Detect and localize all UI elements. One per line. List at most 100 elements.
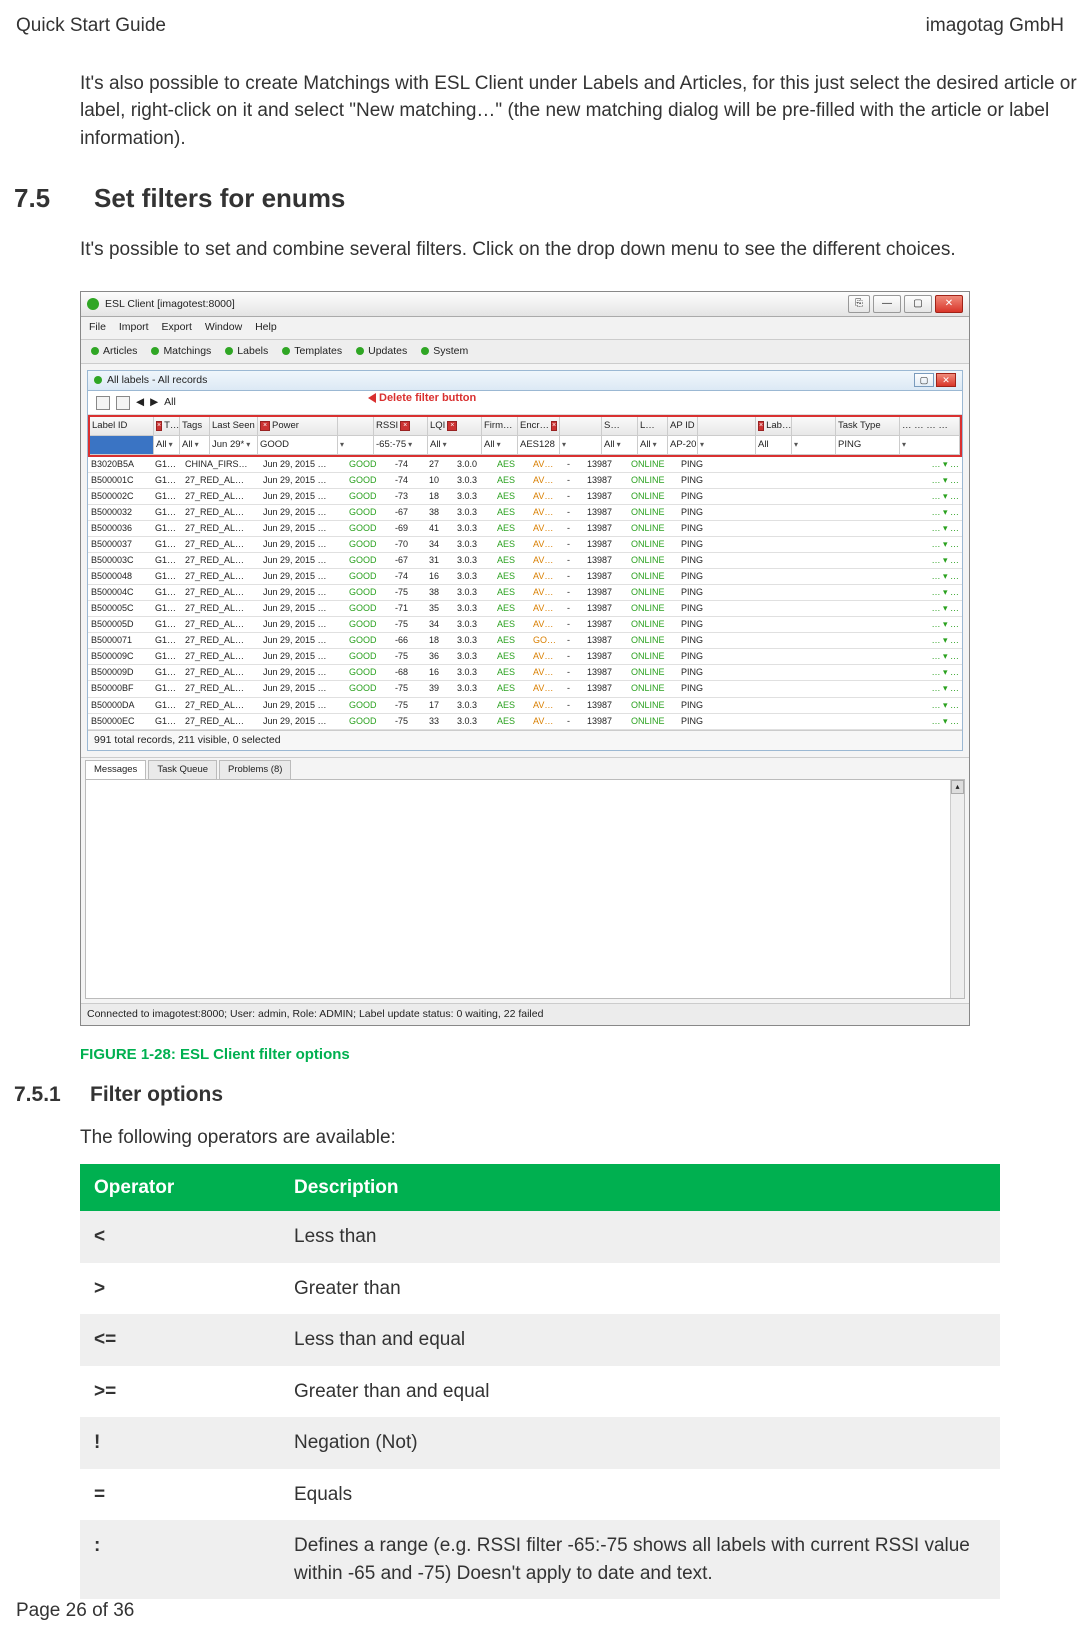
section-number-751: 7.5.1 xyxy=(14,1080,70,1110)
tool-export-icon[interactable] xyxy=(116,396,130,410)
col-power[interactable]: ×Power xyxy=(258,417,338,436)
operator-row: =Equals xyxy=(80,1469,1000,1521)
operator-row: >=Greater than and equal xyxy=(80,1366,1000,1418)
section-number: 7.5 xyxy=(14,180,70,218)
table-row[interactable]: B3020B5AG1…CHINA_FIRS…Jun 29, 2015 …GOOD… xyxy=(88,457,962,473)
filter-firm[interactable]: All▾ xyxy=(482,436,518,455)
table-row[interactable]: B500005CG1…27_RED_AL…Jun 29, 2015 …GOOD-… xyxy=(88,601,962,617)
table-row[interactable]: B5000048G1…27_RED_AL…Jun 29, 2015 …GOOD-… xyxy=(88,569,962,585)
window-titlebar: ESL Client [imagotest:8000] ⎘ — ▢ ✕ xyxy=(81,292,969,317)
filter-l[interactable]: All▾ xyxy=(638,436,668,455)
col-lab[interactable]: ×Lab… xyxy=(756,417,792,436)
popout-button[interactable]: ⎘ xyxy=(848,295,870,313)
page-footer: Page 26 of 36 xyxy=(16,1597,134,1625)
tool-next-icon[interactable]: ▶ xyxy=(150,395,158,410)
header-left: Quick Start Guide xyxy=(16,12,166,40)
table-row[interactable]: B50000BFG1…27_RED_AL…Jun 29, 2015 …GOOD-… xyxy=(88,681,962,697)
grid-header-row: Label ID ×T… Tags Last Seen ×Power RSSI×… xyxy=(90,417,960,436)
operator-row: >Greater than xyxy=(80,1263,1000,1315)
menu-import[interactable]: Import xyxy=(119,321,149,333)
col-tasktype[interactable]: Task Type xyxy=(836,417,900,436)
bottom-tabs: Messages Task Queue Problems (8) xyxy=(81,757,969,779)
nav-tabs: Articles Matchings Labels Templates Upda… xyxy=(81,340,969,364)
filter-row-highlight: Label ID ×T… Tags Last Seen ×Power RSSI×… xyxy=(88,415,962,457)
filter-lab[interactable]: All xyxy=(756,436,792,455)
section-title-751: Filter options xyxy=(90,1080,223,1110)
section-title: Set filters for enums xyxy=(94,180,345,218)
table-row[interactable]: B500004CG1…27_RED_AL…Jun 29, 2015 …GOOD-… xyxy=(88,585,962,601)
menubar: File Import Export Window Help xyxy=(81,317,969,339)
close-button[interactable]: ✕ xyxy=(935,295,963,313)
tab-problems[interactable]: Problems (8) xyxy=(219,760,291,779)
table-row[interactable]: B5000037G1…27_RED_AL…Jun 29, 2015 …GOOD-… xyxy=(88,537,962,553)
table-row[interactable]: B500001CG1…27_RED_AL…Jun 29, 2015 …GOOD-… xyxy=(88,472,962,488)
col-lastseen[interactable]: Last Seen xyxy=(210,417,258,436)
tab-matchings[interactable]: Matchings xyxy=(151,344,211,359)
tab-taskqueue[interactable]: Task Queue xyxy=(148,760,217,779)
filter-lqi[interactable]: All▾ xyxy=(428,436,482,455)
tab-updates[interactable]: Updates xyxy=(356,344,407,359)
subwin-close-button[interactable]: ✕ xyxy=(936,373,956,387)
filter-rssi[interactable]: -65:-75▾ xyxy=(374,436,428,455)
filter-tags[interactable]: All▾ xyxy=(180,436,210,455)
col-s[interactable]: S… xyxy=(602,417,638,436)
tab-articles[interactable]: Articles xyxy=(91,344,137,359)
maximize-button[interactable]: ▢ xyxy=(904,295,932,313)
col-firm[interactable]: Firm… xyxy=(482,417,518,436)
operator-row: <Less than xyxy=(80,1211,1000,1263)
col-encr[interactable]: Encr…× xyxy=(518,417,560,436)
messages-scrollbar[interactable]: ▴ xyxy=(950,780,964,998)
tab-messages[interactable]: Messages xyxy=(85,760,146,779)
subwin-maximize-button[interactable]: ▢ xyxy=(914,373,934,387)
operator-table: Operator Description <Less than>Greater … xyxy=(80,1164,1000,1600)
tab-templates[interactable]: Templates xyxy=(282,344,342,359)
col-more: … … … … xyxy=(900,417,960,436)
tab-labels[interactable]: Labels xyxy=(225,344,268,359)
labels-grid[interactable]: B3020B5AG1…CHINA_FIRS…Jun 29, 2015 …GOOD… xyxy=(88,457,962,730)
minimize-button[interactable]: — xyxy=(873,295,901,313)
table-row[interactable]: B5000036G1…27_RED_AL…Jun 29, 2015 …GOOD-… xyxy=(88,521,962,537)
filter-s[interactable]: All▾ xyxy=(602,436,638,455)
section-heading-751: 7.5.1 Filter options xyxy=(0,1080,1080,1110)
filter-type[interactable]: All▾ xyxy=(154,436,180,455)
tool-prev-icon[interactable]: ◀ xyxy=(136,395,144,410)
menu-window[interactable]: Window xyxy=(205,321,242,333)
menu-help[interactable]: Help xyxy=(255,321,277,333)
menu-file[interactable]: File xyxy=(89,321,106,333)
col-type[interactable]: ×T… xyxy=(154,417,180,436)
section-heading-75: 7.5 Set filters for enums xyxy=(0,180,1080,218)
table-row[interactable]: B500005DG1…27_RED_AL…Jun 29, 2015 …GOOD-… xyxy=(88,617,962,633)
header-right: imagotag GmbH xyxy=(926,12,1064,40)
filter-encr[interactable]: AES128 xyxy=(518,436,560,455)
col-labelid[interactable]: Label ID xyxy=(90,417,154,436)
col-l[interactable]: L… xyxy=(638,417,668,436)
table-row[interactable]: B500009CG1…27_RED_AL…Jun 29, 2015 …GOOD-… xyxy=(88,649,962,665)
tool-all-label[interactable]: All xyxy=(164,395,176,410)
table-row[interactable]: B50000ECG1…27_RED_AL…Jun 29, 2015 …GOOD-… xyxy=(88,713,962,729)
filter-lastseen[interactable]: Jun 29*▾ xyxy=(210,436,258,455)
table-row[interactable]: B500009DG1…27_RED_AL…Jun 29, 2015 …GOOD-… xyxy=(88,665,962,681)
tool-refresh-icon[interactable] xyxy=(96,396,110,410)
table-row[interactable]: B500002CG1…27_RED_AL…Jun 29, 2015 …GOOD-… xyxy=(88,488,962,504)
subwin-title: All labels - All records xyxy=(107,373,207,388)
table-row[interactable]: B5000071G1…27_RED_AL…Jun 29, 2015 …GOOD-… xyxy=(88,633,962,649)
window-statusbar: Connected to imagotest:8000; User: admin… xyxy=(81,1003,969,1025)
op-header-description: Description xyxy=(280,1164,1000,1212)
filter-power[interactable]: GOOD xyxy=(258,436,338,455)
filter-labelid[interactable] xyxy=(90,436,154,455)
filter-apid[interactable]: AP-2010 xyxy=(668,436,698,455)
col-rssi[interactable]: RSSI× xyxy=(374,417,428,436)
operator-row: :Defines a range (e.g. RSSI filter -65:-… xyxy=(80,1520,1000,1599)
table-row[interactable]: B500003CG1…27_RED_AL…Jun 29, 2015 …GOOD-… xyxy=(88,553,962,569)
page-header: Quick Start Guide imagotag GmbH xyxy=(0,0,1092,50)
scroll-up-icon[interactable]: ▴ xyxy=(951,780,964,794)
table-row[interactable]: B5000032G1…27_RED_AL…Jun 29, 2015 …GOOD-… xyxy=(88,504,962,520)
menu-export[interactable]: Export xyxy=(162,321,192,333)
grid-filter-row: All▾ All▾ Jun 29*▾ GOOD ▾ -65:-75▾ All▾ … xyxy=(90,436,960,455)
col-apid[interactable]: AP ID xyxy=(668,417,698,436)
tab-system[interactable]: System xyxy=(421,344,468,359)
col-tags[interactable]: Tags xyxy=(180,417,210,436)
col-lqi[interactable]: LQI× xyxy=(428,417,482,436)
table-row[interactable]: B50000DAG1…27_RED_AL…Jun 29, 2015 …GOOD-… xyxy=(88,697,962,713)
filter-task[interactable]: PING xyxy=(836,436,900,455)
